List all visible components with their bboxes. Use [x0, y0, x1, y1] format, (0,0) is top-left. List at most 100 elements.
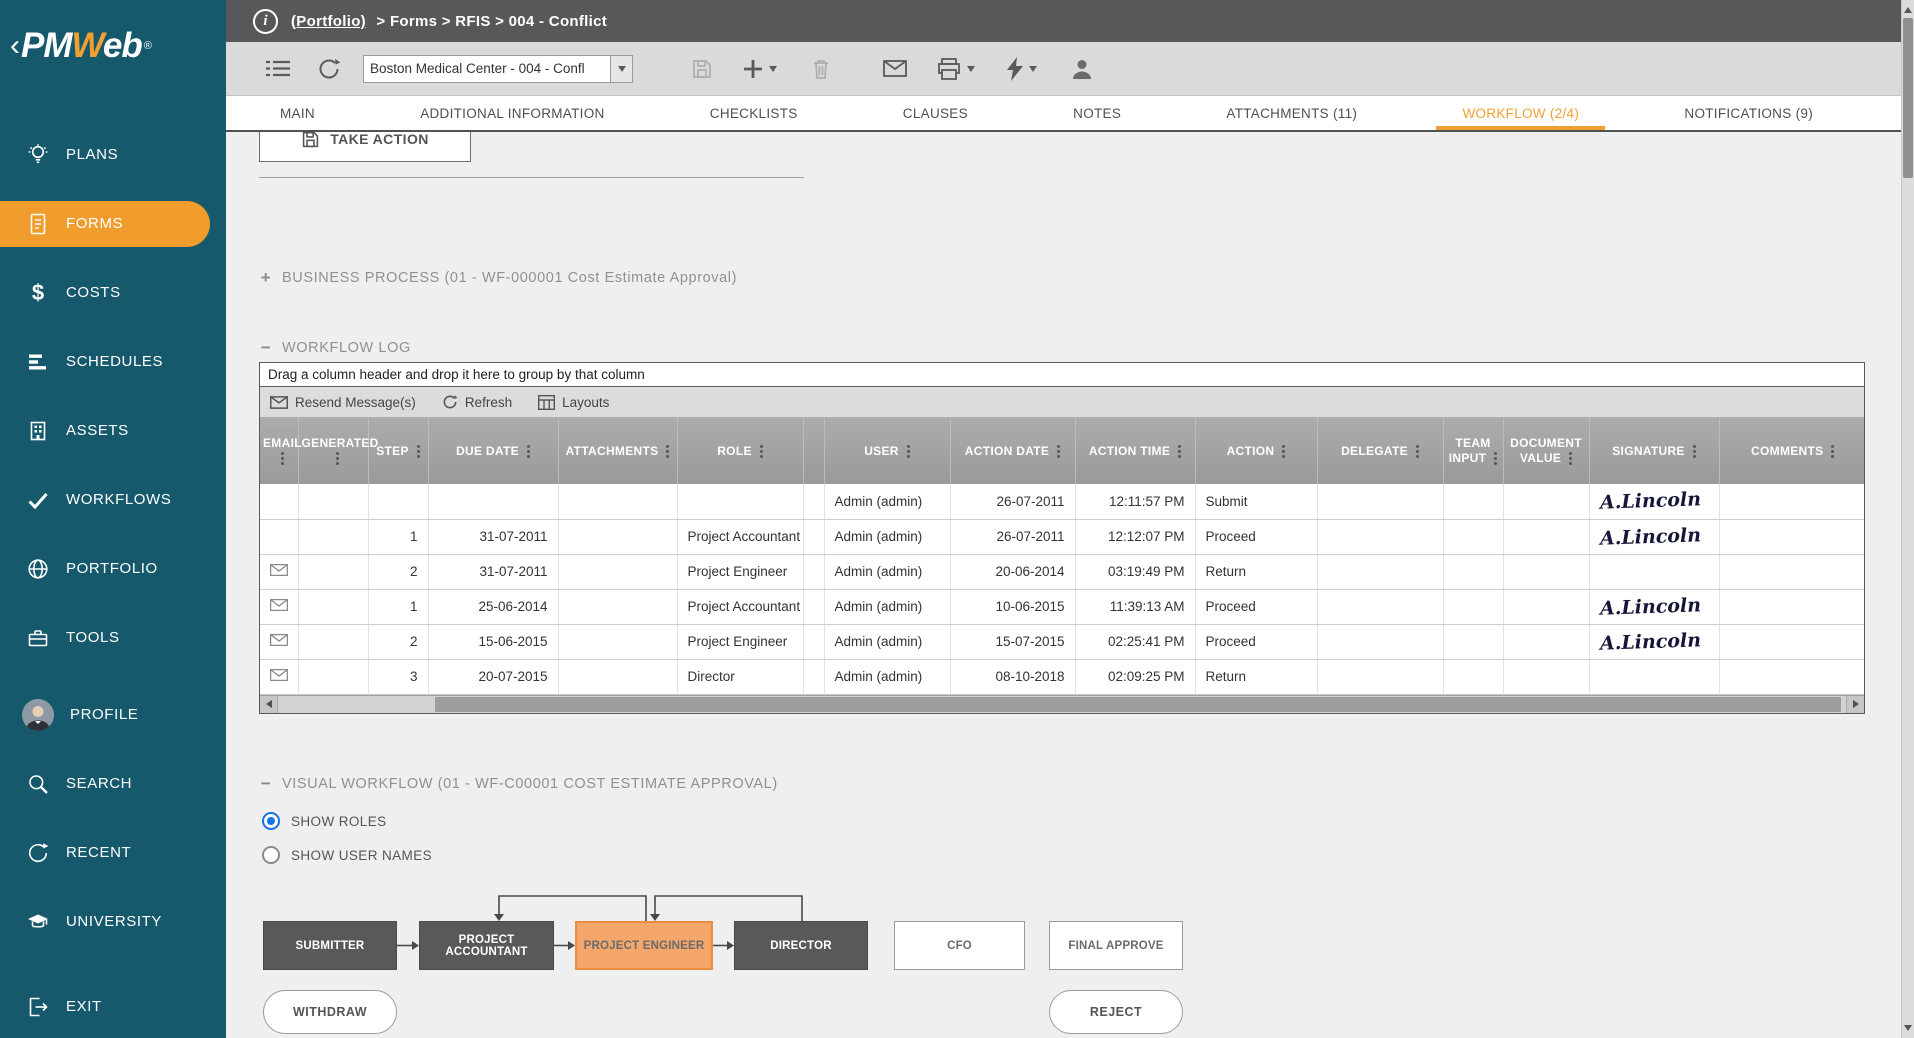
- column-menu-icon[interactable]: [1831, 445, 1834, 458]
- scroll-left-icon[interactable]: [260, 696, 278, 713]
- reject-button[interactable]: REJECT: [1049, 990, 1183, 1034]
- resend-messages-button[interactable]: Resend Message(s): [270, 395, 416, 410]
- tab-notifications[interactable]: NOTIFICATIONS (9): [1658, 96, 1839, 130]
- user-icon[interactable]: [1071, 58, 1093, 80]
- collapse-sidebar-icon[interactable]: ‹: [10, 29, 20, 63]
- horizontal-scrollbar-thumb[interactable]: [435, 697, 1841, 712]
- group-by-drop-zone[interactable]: Drag a column header and drop it here to…: [260, 363, 1864, 387]
- breadcrumb-portfolio-link[interactable]: (Portfolio): [291, 13, 366, 30]
- tab-notes[interactable]: NOTES: [1047, 96, 1147, 130]
- column-menu-icon[interactable]: [1178, 445, 1181, 458]
- column-menu-icon[interactable]: [907, 445, 910, 458]
- table-row[interactable]: 1 25-06-2014 Project Accountant Admin (a…: [260, 589, 1864, 624]
- col-header-team-input[interactable]: TEAM INPUT: [1443, 418, 1503, 484]
- column-menu-icon[interactable]: [1494, 452, 1497, 465]
- col-header-signature[interactable]: SIGNATURE: [1589, 418, 1719, 484]
- column-menu-icon[interactable]: [760, 445, 763, 458]
- info-icon[interactable]: [253, 9, 278, 34]
- sidebar-item-tools[interactable]: TOOLS: [0, 603, 226, 672]
- email-icon[interactable]: [883, 60, 907, 77]
- record-history-icon[interactable]: [317, 57, 341, 81]
- tab-checklists[interactable]: CHECKLISTS: [684, 96, 824, 130]
- radio-selected-icon[interactable]: [262, 812, 280, 830]
- col-header-role[interactable]: ROLE: [677, 418, 803, 484]
- column-menu-icon[interactable]: [1416, 445, 1419, 458]
- record-selector-dropdown[interactable]: [610, 56, 632, 82]
- collapse-icon[interactable]: [259, 338, 273, 358]
- table-row[interactable]: 2 15-06-2015 Project Engineer Admin (adm…: [260, 624, 1864, 659]
- sidebar-item-search[interactable]: SEARCH: [0, 749, 226, 818]
- table-row[interactable]: 3 20-07-2015 Director Admin (admin) 08-1…: [260, 659, 1864, 694]
- col-header-action-date[interactable]: ACTION DATE: [950, 418, 1075, 484]
- horizontal-scrollbar[interactable]: [260, 695, 1864, 713]
- sidebar-item-assets[interactable]: ASSETS: [0, 396, 226, 465]
- col-header-email[interactable]: EMAIL: [260, 418, 298, 484]
- sidebar-item-university[interactable]: UNIVERSITY: [0, 887, 226, 956]
- column-menu-icon[interactable]: [336, 452, 339, 465]
- show-roles-radio[interactable]: SHOW ROLES: [262, 812, 387, 830]
- col-header-comments[interactable]: COMMENTS: [1719, 418, 1864, 484]
- tab-clauses[interactable]: CLAUSES: [877, 96, 994, 130]
- expand-icon[interactable]: [259, 268, 273, 288]
- sidebar-item-plans[interactable]: PLANS: [0, 120, 226, 189]
- print-dropdown-icon[interactable]: [967, 66, 975, 72]
- save-icon[interactable]: [691, 58, 713, 80]
- column-menu-icon[interactable]: [1569, 452, 1572, 465]
- column-menu-icon[interactable]: [281, 452, 284, 465]
- sidebar-item-recent[interactable]: RECENT: [0, 818, 226, 887]
- col-header-action[interactable]: ACTION: [1195, 418, 1317, 484]
- cell-due-date: [428, 484, 558, 519]
- col-header-generated[interactable]: GENERATED: [298, 418, 368, 484]
- workflow-log-section-header[interactable]: WORKFLOW LOG: [259, 338, 411, 358]
- col-header-delegate[interactable]: DELEGATE: [1317, 418, 1443, 484]
- actions-dropdown-icon[interactable]: [1029, 66, 1037, 72]
- sidebar-item-workflows[interactable]: WORKFLOWS: [0, 465, 226, 534]
- layouts-button[interactable]: Layouts: [538, 395, 609, 410]
- actions-lightning-icon[interactable]: [1007, 57, 1037, 81]
- sidebar-item-costs[interactable]: $ COSTS: [0, 258, 226, 327]
- tab-additional-information[interactable]: ADDITIONAL INFORMATION: [394, 96, 630, 130]
- scroll-right-icon[interactable]: [1846, 696, 1864, 713]
- col-header-user[interactable]: USER: [824, 418, 950, 484]
- sidebar-item-forms[interactable]: FORMS: [0, 201, 210, 247]
- print-icon[interactable]: [937, 58, 975, 80]
- business-process-section-header[interactable]: BUSINESS PROCESS (01 - WF-000001 Cost Es…: [259, 268, 737, 288]
- col-header-step[interactable]: STEP: [368, 418, 428, 484]
- scroll-up-icon[interactable]: [1902, 2, 1914, 18]
- vertical-scrollbar-thumb[interactable]: [1903, 18, 1913, 178]
- sidebar-item-portfolio[interactable]: PORTFOLIO: [0, 534, 226, 603]
- add-record-icon[interactable]: [743, 59, 777, 79]
- column-menu-icon[interactable]: [417, 445, 420, 458]
- column-menu-icon[interactable]: [1057, 445, 1060, 458]
- radio-unselected-icon[interactable]: [262, 846, 280, 864]
- col-header-action-time[interactable]: ACTION TIME: [1075, 418, 1195, 484]
- take-action-button[interactable]: TAKE ACTION: [259, 132, 471, 162]
- list-view-icon[interactable]: [265, 59, 291, 78]
- col-header-attachments[interactable]: ATTACHMENTS: [558, 418, 677, 484]
- collapse-icon[interactable]: [259, 774, 273, 794]
- show-user-names-radio[interactable]: SHOW USER NAMES: [262, 846, 432, 864]
- vertical-scrollbar[interactable]: [1901, 0, 1914, 1038]
- sidebar-item-schedules[interactable]: SCHEDULES: [0, 327, 226, 396]
- tab-attachments[interactable]: ATTACHMENTS (11): [1200, 96, 1383, 130]
- col-header-due-date[interactable]: DUE DATE: [428, 418, 558, 484]
- column-menu-icon[interactable]: [1282, 445, 1285, 458]
- table-row[interactable]: 2 31-07-2011 Project Engineer Admin (adm…: [260, 554, 1864, 589]
- scroll-down-icon[interactable]: [1902, 1020, 1914, 1036]
- tab-main[interactable]: MAIN: [254, 96, 341, 130]
- tab-workflow[interactable]: WORKFLOW (2/4): [1436, 96, 1605, 130]
- table-row[interactable]: 1 31-07-2011 Project Accountant Admin (a…: [260, 519, 1864, 554]
- withdraw-button[interactable]: WITHDRAW: [263, 990, 397, 1034]
- refresh-button[interactable]: Refresh: [442, 394, 512, 410]
- table-row[interactable]: Admin (admin) 26-07-2011 12:11:57 PM Sub…: [260, 484, 1864, 519]
- add-dropdown-icon[interactable]: [769, 66, 777, 72]
- visual-workflow-section-header[interactable]: VISUAL WORKFLOW (01 - WF-C00001 COST EST…: [259, 774, 778, 794]
- column-menu-icon[interactable]: [527, 445, 530, 458]
- sidebar-item-exit[interactable]: EXIT: [0, 972, 226, 1038]
- sidebar-item-profile[interactable]: PROFILE: [0, 680, 226, 749]
- record-selector[interactable]: Boston Medical Center - 004 - Confl: [363, 55, 633, 83]
- column-menu-icon[interactable]: [1693, 445, 1696, 458]
- col-header-document-value[interactable]: DOCUMENT VALUE: [1503, 418, 1589, 484]
- delete-icon[interactable]: [811, 58, 831, 80]
- column-menu-icon[interactable]: [666, 445, 669, 458]
